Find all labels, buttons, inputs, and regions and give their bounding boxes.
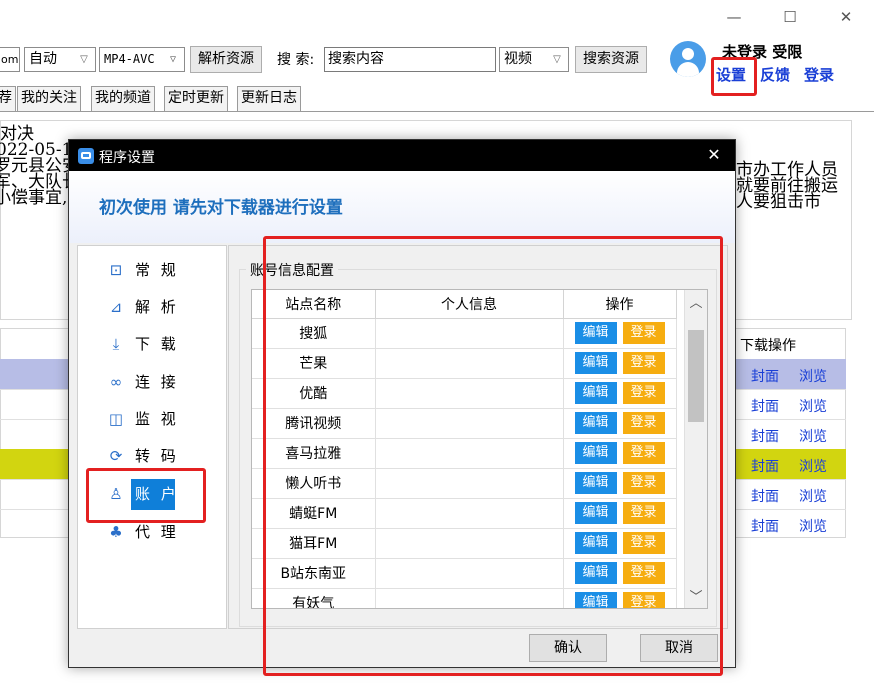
list-row: 封面 浏览	[735, 509, 844, 539]
cover-link[interactable]: 封面	[751, 456, 779, 476]
parse-resource-button[interactable]: 解析资源	[190, 46, 262, 73]
list-header-download-ops: 下载操作	[740, 338, 796, 354]
feedback-link[interactable]: 反馈	[760, 64, 790, 85]
search-type-value: 视频	[504, 51, 532, 67]
avatar-icon[interactable]	[670, 41, 706, 77]
chart-icon: ⊿	[109, 298, 123, 316]
monitor-icon: ⊡	[109, 261, 123, 279]
highlight-account	[86, 468, 206, 523]
site-combo[interactable]: om	[0, 47, 20, 72]
browse-link[interactable]: 浏览	[799, 396, 827, 416]
list-row: 封面 浏览	[735, 389, 844, 419]
search-type-combo[interactable]: 视频 ▽	[499, 47, 569, 72]
search-resource-button[interactable]: 搜索资源	[575, 46, 647, 73]
nav-label: 常 规	[135, 261, 179, 279]
bg-text-line: 人要狙击市	[736, 192, 821, 212]
maximize-button[interactable]: ☐	[762, 0, 818, 34]
nav-label: 解 析	[135, 298, 179, 316]
tab-my-follow[interactable]: 我的关注	[17, 86, 81, 111]
list-row: 封面 浏览	[735, 359, 844, 389]
browse-link[interactable]: 浏览	[799, 486, 827, 506]
highlight-settings	[711, 57, 757, 96]
download-icon: ⤓	[112, 335, 120, 353]
list-row: 封面 浏览	[735, 449, 844, 479]
link-icon: ∞	[109, 373, 123, 391]
tab-changelog[interactable]: 更新日志	[237, 86, 301, 111]
format-combo-value: MP4-AVC	[104, 52, 155, 66]
browse-link[interactable]: 浏览	[799, 366, 827, 386]
nav-label: 转 码	[135, 447, 179, 465]
tab-scheduled-update[interactable]: 定时更新	[164, 86, 228, 111]
search-input[interactable]: 搜索内容	[324, 47, 496, 72]
browse-link[interactable]: 浏览	[799, 516, 827, 536]
auto-combo[interactable]: 自动 ▽	[24, 47, 96, 72]
tab-recommend[interactable]: 荐	[0, 86, 16, 111]
dialog-titlebar: 程序设置 ✕	[69, 140, 735, 171]
login-link[interactable]: 登录	[804, 64, 834, 85]
close-button[interactable]: ✕	[818, 0, 874, 34]
chevron-down-icon: ▽	[169, 54, 177, 65]
format-combo[interactable]: MP4-AVC ▽	[99, 47, 185, 72]
dialog-title: 程序设置	[99, 150, 155, 166]
dialog-banner: 初次使用 请先对下载器进行设置	[69, 171, 735, 243]
chevron-down-icon: ▽	[80, 54, 88, 65]
tab-my-channel[interactable]: 我的频道	[91, 86, 155, 111]
app-icon	[78, 148, 94, 164]
cover-link[interactable]: 封面	[751, 516, 779, 536]
browse-link[interactable]: 浏览	[799, 456, 827, 476]
banner-text: 初次使用 请先对下载器进行设置	[99, 198, 343, 218]
bg-text-line: 小偿事宜,	[0, 188, 68, 208]
cover-link[interactable]: 封面	[751, 366, 779, 386]
chevron-down-icon: ▽	[553, 54, 561, 65]
cover-link[interactable]: 封面	[751, 426, 779, 446]
tab-divider	[0, 111, 874, 112]
cover-link[interactable]: 封面	[751, 396, 779, 416]
cover-link[interactable]: 封面	[751, 486, 779, 506]
transcode-icon: ⟳	[109, 447, 123, 465]
list-row: 封面 浏览	[735, 419, 844, 449]
browse-link[interactable]: 浏览	[799, 426, 827, 446]
dialog-close-icon[interactable]: ✕	[701, 145, 727, 164]
list-row: 封面 浏览	[735, 479, 844, 509]
nav-label: 下 载	[135, 335, 179, 353]
highlight-account-table	[263, 236, 723, 676]
auto-combo-value: 自动	[29, 51, 57, 67]
minimize-button[interactable]: —	[706, 0, 762, 34]
nav-label: 监 视	[135, 410, 179, 428]
search-label: 搜 索:	[277, 52, 315, 68]
nav-label: 连 接	[135, 373, 179, 391]
watch-icon: ◫	[108, 410, 124, 428]
